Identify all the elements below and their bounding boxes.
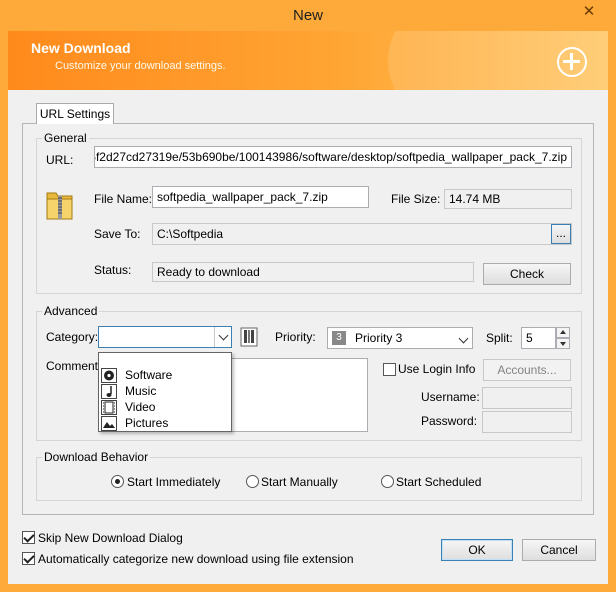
category-label: Category:: [46, 330, 99, 344]
skip-dialog-checkbox[interactable]: [22, 531, 35, 544]
category-dropdown-list: Software Music Video Pictures: [98, 352, 232, 432]
split-label: Split:: [486, 331, 513, 345]
advanced-legend: Advanced: [42, 304, 100, 318]
tab-url-settings[interactable]: URL Settings: [36, 103, 114, 124]
category-select[interactable]: [98, 326, 232, 348]
priority-label: Priority:: [275, 330, 316, 344]
category-option-pictures[interactable]: Pictures: [101, 415, 229, 431]
window-frame-left: [0, 31, 8, 592]
password-input[interactable]: [482, 411, 572, 433]
zip-folder-icon: [46, 192, 73, 220]
header-title: New Download: [31, 40, 131, 56]
ok-button[interactable]: OK: [441, 539, 513, 561]
add-circle-icon: [557, 47, 587, 77]
file-size-value: 14.74 MB: [444, 189, 572, 209]
window-title: New: [0, 0, 616, 31]
dialog-header: New Download Customize your download set…: [8, 31, 608, 90]
password-label: Password:: [421, 414, 478, 428]
category-option-label: Music: [125, 384, 157, 398]
file-name-input[interactable]: softpedia_wallpaper_pack_7.zip: [152, 186, 369, 208]
window-frame-right: [608, 31, 616, 592]
auto-categorize-label[interactable]: Automatically categorize new download us…: [38, 552, 354, 566]
start-manually-radio[interactable]: [246, 475, 259, 488]
pictures-image-icon: [101, 416, 117, 431]
cancel-button[interactable]: Cancel: [522, 539, 596, 561]
start-scheduled-radio[interactable]: [381, 475, 394, 488]
use-login-label[interactable]: Use Login Info: [398, 362, 475, 376]
url-label: URL:: [46, 153, 74, 167]
category-option-software[interactable]: Software: [101, 367, 229, 383]
music-note-icon: [101, 384, 117, 399]
category-option-music[interactable]: Music: [101, 383, 229, 399]
download-behavior-legend: Download Behavior: [42, 450, 151, 464]
save-to-value: C:\Softpedia: [152, 223, 572, 245]
url-value: c787c5f2d27cd27319e/53b690be/100143986/s…: [94, 150, 567, 164]
skip-dialog-label[interactable]: Skip New Download Dialog: [38, 531, 183, 545]
start-immediately-label[interactable]: Start Immediately: [127, 475, 220, 489]
category-option-label: Software: [125, 368, 173, 382]
accounts-button[interactable]: Accounts...: [483, 359, 571, 381]
file-name-label: File Name:: [94, 192, 153, 206]
file-size-label: File Size:: [391, 192, 441, 206]
start-scheduled-label[interactable]: Start Scheduled: [396, 475, 481, 489]
browse-button[interactable]: ...: [551, 224, 571, 244]
category-option-label: Pictures: [125, 416, 169, 430]
software-disc-icon: [101, 368, 117, 383]
save-to-label: Save To:: [94, 227, 141, 241]
category-manage-icon[interactable]: [240, 327, 258, 347]
username-label: Username:: [421, 390, 480, 404]
status-label: Status:: [94, 263, 132, 277]
start-immediately-radio[interactable]: [111, 475, 124, 488]
priority-select[interactable]: 3 Priority 3: [327, 327, 473, 349]
split-decrement-icon[interactable]: [556, 338, 570, 349]
split-input[interactable]: 5: [521, 327, 556, 349]
priority-value: Priority 3: [355, 331, 403, 345]
comment-label: Comment:: [46, 359, 102, 373]
status-value: Ready to download: [152, 262, 474, 282]
use-login-checkbox[interactable]: [383, 363, 396, 376]
split-increment-icon[interactable]: [556, 327, 570, 338]
chevron-down-icon: [458, 333, 469, 344]
username-input[interactable]: [482, 387, 572, 409]
auto-categorize-checkbox[interactable]: [22, 552, 35, 565]
header-subtitle: Customize your download settings.: [55, 60, 226, 72]
start-manually-label[interactable]: Start Manually: [261, 475, 338, 489]
window-frame-bottom: [0, 584, 616, 592]
check-button[interactable]: Check: [483, 263, 571, 285]
priority-badge: 3: [332, 331, 346, 345]
url-input[interactable]: c787c5f2d27cd27319e/53b690be/100143986/s…: [94, 146, 572, 168]
general-legend: General: [42, 131, 89, 145]
chevron-down-icon: [218, 330, 229, 341]
category-option-video[interactable]: Video: [101, 399, 229, 415]
category-dropdown-toggle[interactable]: [214, 327, 231, 347]
category-option-label: Video: [125, 400, 156, 414]
close-icon[interactable]: ✕: [570, 2, 608, 22]
video-film-icon: [101, 400, 117, 415]
